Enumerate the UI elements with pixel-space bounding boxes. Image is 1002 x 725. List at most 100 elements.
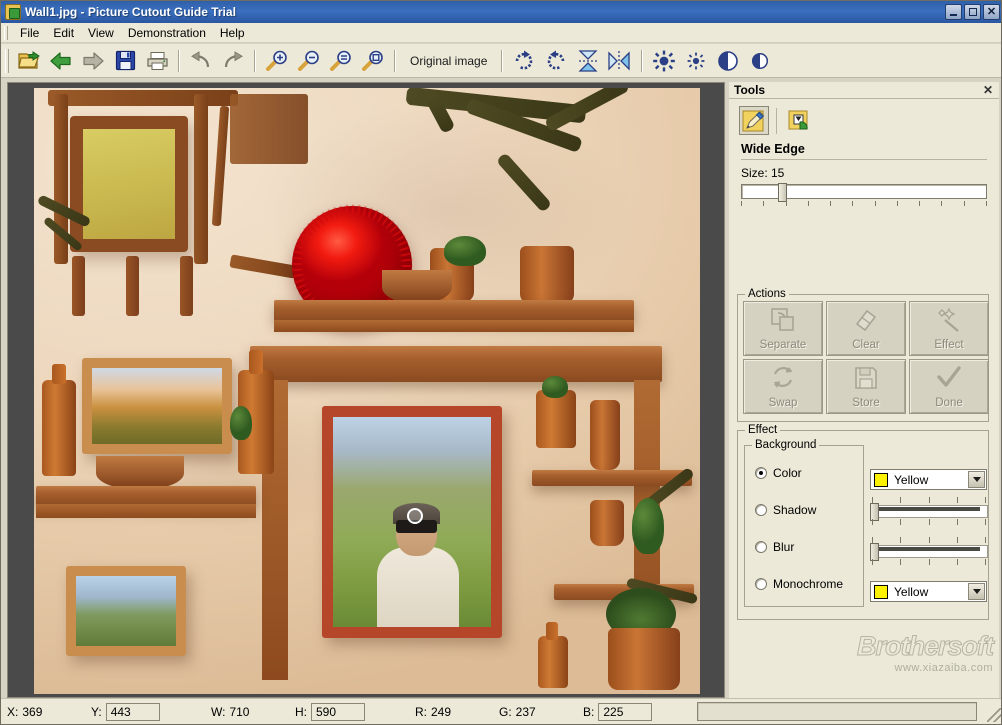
fruit-bowl	[96, 456, 184, 490]
done-label: Done	[935, 397, 963, 409]
save-button[interactable]	[110, 47, 140, 75]
status-w-label: W:	[211, 705, 225, 719]
menu-item-view[interactable]: View	[81, 24, 121, 42]
status-h-value[interactable]: 590	[311, 703, 365, 721]
chevron-down-icon[interactable]	[968, 583, 985, 600]
green-plant-a	[444, 236, 486, 266]
tools-panel-title: Tools	[734, 83, 765, 97]
contrast-down-button[interactable]	[745, 47, 775, 75]
previous-image-button[interactable]	[46, 47, 76, 75]
open-file-button[interactable]	[14, 47, 44, 75]
radio-blur-label: Blur	[773, 540, 794, 554]
clay-bottle-mid-neck	[249, 350, 263, 374]
tool-selector	[729, 99, 999, 135]
small-vase-bottom	[538, 636, 568, 688]
swap-button[interactable]: Swap	[743, 359, 823, 414]
redo-button[interactable]	[218, 47, 248, 75]
status-b-value[interactable]: 225	[598, 703, 652, 721]
brightness-up-icon	[652, 50, 676, 72]
radio-option-monochrome[interactable]: Monochrome	[745, 565, 863, 602]
brightness-down-button[interactable]	[681, 47, 711, 75]
separate-icon	[770, 307, 796, 333]
photo-image[interactable]	[34, 88, 700, 694]
original-image-button[interactable]: Original image	[401, 49, 496, 73]
status-b: B: 225	[583, 703, 687, 721]
green-stone	[230, 406, 252, 440]
clear-button[interactable]: Clear	[826, 301, 906, 356]
effect-button[interactable]: Effect	[909, 301, 989, 356]
radio-shadow-indicator[interactable]	[755, 504, 767, 516]
brush-size-slider-thumb[interactable]	[778, 183, 787, 202]
print-button[interactable]	[142, 47, 172, 75]
zoom-fit-button[interactable]	[326, 47, 356, 75]
fill-background-tool-icon	[787, 109, 811, 133]
monochrome-color-combo[interactable]: Yellow	[870, 581, 987, 602]
zoom-in-icon	[265, 50, 289, 72]
menu-drag-grip[interactable]	[4, 26, 8, 40]
menu-bar: File Edit View Demonstration Help	[1, 23, 1002, 43]
background-color-combo[interactable]: Yellow	[870, 469, 987, 490]
zoom-out-button[interactable]	[294, 47, 324, 75]
separate-button[interactable]: Separate	[743, 301, 823, 356]
image-canvas[interactable]	[7, 82, 725, 698]
flip-horizontal-button[interactable]	[605, 47, 635, 75]
contrast-up-button[interactable]	[713, 47, 743, 75]
save-icon	[115, 50, 136, 71]
title-bar: Wall1.jpg - Picture Cutout Guide Trial ✕	[1, 1, 1002, 23]
radio-option-color[interactable]: Color	[745, 454, 863, 491]
menu-item-help[interactable]: Help	[213, 24, 252, 42]
flip-vertical-button[interactable]	[573, 47, 603, 75]
shadow-slider[interactable]	[870, 497, 988, 525]
rotate-ccw-button[interactable]	[541, 47, 571, 75]
done-button[interactable]: Done	[909, 359, 989, 414]
next-image-button[interactable]	[78, 47, 108, 75]
brush-size-label: Size: 15	[741, 166, 999, 180]
framed-picture-cypress	[66, 566, 186, 656]
lantern-top-beam	[48, 90, 238, 106]
flip-vertical-icon	[576, 50, 600, 72]
resize-grip[interactable]	[987, 708, 1001, 722]
terracotta-planter	[608, 628, 680, 690]
actions-group: Actions Separate	[737, 294, 989, 422]
marker-pen-tool-button[interactable]	[739, 106, 769, 135]
window-controls: ✕	[945, 4, 1000, 20]
store-button[interactable]: Store	[826, 359, 906, 414]
minimize-button[interactable]	[945, 4, 962, 20]
chevron-down-icon[interactable]	[968, 471, 985, 488]
menu-item-edit[interactable]: Edit	[46, 24, 81, 42]
status-y-value[interactable]: 443	[106, 703, 160, 721]
undo-button[interactable]	[186, 47, 216, 75]
status-x-value: 369	[22, 705, 42, 719]
zoom-actual-button[interactable]	[358, 47, 388, 75]
ceramic-vase-right	[536, 390, 576, 448]
menu-item-demonstration[interactable]: Demonstration	[121, 24, 213, 42]
blur-slider[interactable]	[870, 537, 988, 565]
menu-item-file[interactable]: File	[13, 24, 46, 42]
brightness-up-button[interactable]	[649, 47, 679, 75]
brush-size-slider-ticks	[741, 201, 987, 207]
radio-monochrome-indicator[interactable]	[755, 578, 767, 590]
shadow-slider-ticks-top	[872, 497, 986, 503]
close-button[interactable]: ✕	[983, 4, 1000, 20]
brush-size-slider[interactable]	[741, 184, 987, 208]
rotate-cw-button[interactable]	[509, 47, 539, 75]
maximize-button[interactable]	[964, 4, 981, 20]
zoom-in-button[interactable]	[262, 47, 292, 75]
radio-option-shadow[interactable]: Shadow	[745, 491, 863, 528]
clay-pot-b	[520, 246, 574, 304]
window-title: Wall1.jpg - Picture Cutout Guide Trial	[25, 5, 236, 19]
shadow-slider-fill	[878, 507, 980, 511]
lantern-leg-right	[180, 256, 193, 316]
contrast-up-icon	[717, 50, 739, 72]
status-b-label: B:	[583, 705, 594, 719]
print-icon	[146, 51, 169, 71]
radio-blur-indicator[interactable]	[755, 541, 767, 553]
radio-color-indicator[interactable]	[755, 467, 767, 479]
store-label: Store	[852, 397, 880, 409]
toolbar-drag-grip[interactable]	[5, 49, 9, 73]
toolbar-separator	[254, 50, 256, 72]
watermark-brand: Brothersoft	[857, 633, 993, 660]
fill-background-tool-button[interactable]	[784, 106, 814, 135]
radio-option-blur[interactable]: Blur	[745, 528, 863, 565]
tools-panel-close-icon[interactable]: ✕	[981, 84, 995, 96]
